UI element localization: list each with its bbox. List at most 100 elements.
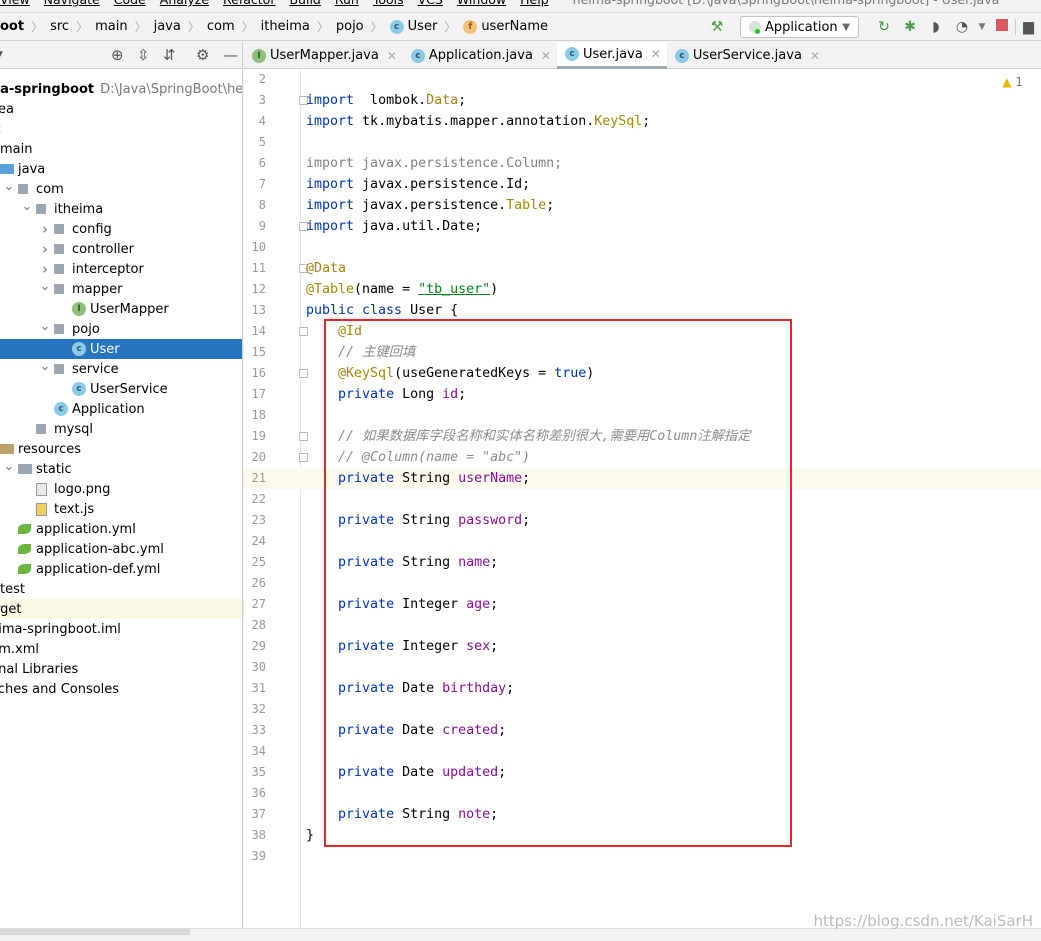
code-token: import javax.persistence.Column; — [306, 156, 563, 171]
menu-item-analyze[interactable]: Analyze — [160, 0, 209, 7]
tab-user[interactable]: c User.java ✕ — [556, 42, 667, 69]
code-token: ) — [490, 282, 499, 297]
chevron-down-icon[interactable]: ▼ — [975, 22, 989, 32]
close-icon[interactable]: ✕ — [541, 49, 551, 63]
collapse-all-icon[interactable]: ⇵ — [163, 46, 176, 64]
chevron-down-icon[interactable]: ⌄ — [0, 179, 18, 194]
tab-application[interactable]: c Application.java ✕ — [403, 42, 557, 69]
tree-item[interactable]: heima-springboot D:\Java\SpringBoot\heima… — [0, 79, 242, 99]
tree-item[interactable]: ⌄ service — [0, 359, 242, 379]
tree-item[interactable]: main — [0, 139, 242, 159]
rerun-icon[interactable]: ↻ — [871, 19, 897, 35]
breadcrumb-item[interactable]: main — [95, 19, 127, 34]
chevron-down-icon[interactable]: ⌄ — [36, 319, 54, 334]
menu-item-tools[interactable]: Tools — [373, 0, 404, 7]
breadcrumb-item[interactable]: f userName — [463, 19, 548, 34]
chevron-right-icon[interactable]: › — [36, 220, 54, 238]
chevron-down-icon[interactable]: ⌄ — [36, 359, 54, 374]
tree-item[interactable]: test — [0, 579, 242, 599]
code-token: Date — [394, 765, 443, 780]
close-icon[interactable]: ✕ — [810, 49, 820, 63]
menu-item-refactor[interactable]: Refactor — [223, 0, 275, 7]
tree-item-label: pojo — [72, 321, 100, 337]
gear-icon[interactable]: ⚙ — [196, 46, 209, 64]
project-structure-icon[interactable]: ▆ — [1015, 19, 1041, 35]
tree-item[interactable]: logo.png — [0, 479, 242, 499]
code-line: 20 // @Column(name = "abc") — [244, 447, 1041, 468]
code-token: import — [306, 177, 355, 192]
code-line: 26 — [244, 573, 1041, 594]
tree-item-content: target — [0, 599, 22, 619]
menu-item-run[interactable]: Run — [335, 0, 359, 7]
chevron-right-icon[interactable]: › — [36, 240, 54, 258]
menu-item-view[interactable]: View — [0, 0, 30, 7]
build-hammer-icon[interactable]: ⚒ — [704, 19, 730, 35]
tree-item[interactable]: c Application — [0, 399, 242, 419]
debug-bug-icon[interactable]: ✱ — [897, 19, 923, 35]
line-number: 13 — [251, 303, 266, 317]
menu-item-vcs[interactable]: VCS — [418, 0, 443, 7]
menu-item-help[interactable]: Help — [520, 0, 549, 7]
warnings-indicator[interactable]: ▲ 1 — [1002, 75, 1023, 89]
locate-file-icon[interactable]: ⊕ — [111, 46, 124, 64]
tree-item[interactable]: › controller — [0, 239, 242, 259]
menu-item-navigate[interactable]: Navigate — [44, 0, 100, 7]
tab-userservice[interactable]: c UserService.java ✕ — [667, 42, 826, 69]
breadcrumb-item[interactable]: pojo — [336, 19, 364, 34]
tree-item[interactable]: application-abc.yml — [0, 539, 242, 559]
chevron-down-icon[interactable]: ⌄ — [0, 459, 18, 474]
menu-item-build[interactable]: Build — [289, 0, 320, 7]
tree-item[interactable]: pom.xml — [0, 639, 242, 659]
line-number: 15 — [251, 345, 266, 359]
code-token: Table — [506, 198, 547, 213]
tree-item[interactable]: ⌄ mapper — [0, 279, 242, 299]
line-number: 25 — [251, 555, 266, 569]
tree-item[interactable]: ⌄ static — [0, 459, 242, 479]
tree-item[interactable]: ⌄ pojo — [0, 319, 242, 339]
tree-item[interactable]: java — [0, 159, 242, 179]
chevron-down-icon[interactable]: ⌄ — [36, 279, 54, 294]
close-icon[interactable]: ✕ — [387, 49, 397, 63]
run-configuration-select[interactable]: Application ▼ — [740, 16, 859, 38]
menu-item-window[interactable]: Window — [457, 0, 506, 7]
code-editor[interactable]: 2 3 import lombok.Data; 4 import tk.mybatis.… — [244, 69, 1041, 928]
tree-item[interactable]: heima-springboot.iml — [0, 619, 242, 639]
tree-item[interactable]: target — [0, 599, 242, 619]
tree-item[interactable]: ⌄ com — [0, 179, 242, 199]
tree-item[interactable]: Scratches and Consoles — [0, 679, 242, 699]
breadcrumb-item[interactable]: oot — [0, 19, 24, 34]
expand-all-icon[interactable]: ⇳ — [137, 46, 150, 64]
tree-item[interactable]: › interceptor — [0, 259, 242, 279]
tree-item[interactable]: External Libraries — [0, 659, 242, 679]
tree-item[interactable]: ⌄resources — [0, 439, 242, 459]
close-icon[interactable]: ✕ — [651, 47, 661, 61]
breadcrumb-item[interactable]: com — [207, 19, 235, 34]
breadcrumb-item[interactable]: c User — [389, 19, 437, 34]
tree-item[interactable]: application-def.yml — [0, 559, 242, 579]
tree-item[interactable]: application.yml — [0, 519, 242, 539]
profile-icon[interactable]: ◔ — [949, 19, 975, 35]
menu-item-code[interactable]: Code — [114, 0, 146, 7]
tree-item[interactable]: I UserMapper — [0, 299, 242, 319]
tree-item[interactable]: c User — [0, 339, 242, 359]
breadcrumb-item[interactable]: itheima — [261, 19, 310, 34]
tree-item[interactable]: text.js — [0, 499, 242, 519]
chevron-down-icon[interactable]: ⌄ — [18, 199, 36, 214]
chevron-right-icon[interactable]: › — [36, 260, 54, 278]
code-line: 5 — [244, 132, 1041, 153]
stop-icon[interactable] — [989, 19, 1015, 35]
hide-panel-icon[interactable]: — — [223, 46, 238, 64]
tree-item[interactable]: mysql — [0, 419, 242, 439]
tree-item[interactable]: ⌄ itheima — [0, 199, 242, 219]
chevron-down-icon[interactable]: ▼ — [0, 50, 3, 60]
tree-item[interactable]: c UserService — [0, 379, 242, 399]
tree-item[interactable]: .idea — [0, 99, 242, 119]
tree-item-content: ⌄ itheima — [18, 199, 104, 219]
tree-item[interactable]: › config — [0, 219, 242, 239]
run-with-coverage-icon[interactable]: ◗ — [923, 19, 949, 35]
tab-usermapper[interactable]: I UserMapper.java ✕ — [244, 42, 403, 69]
breadcrumb-item[interactable]: java — [154, 19, 181, 34]
breadcrumb-item[interactable]: src — [50, 19, 69, 34]
tree-item[interactable]: src — [0, 119, 242, 139]
